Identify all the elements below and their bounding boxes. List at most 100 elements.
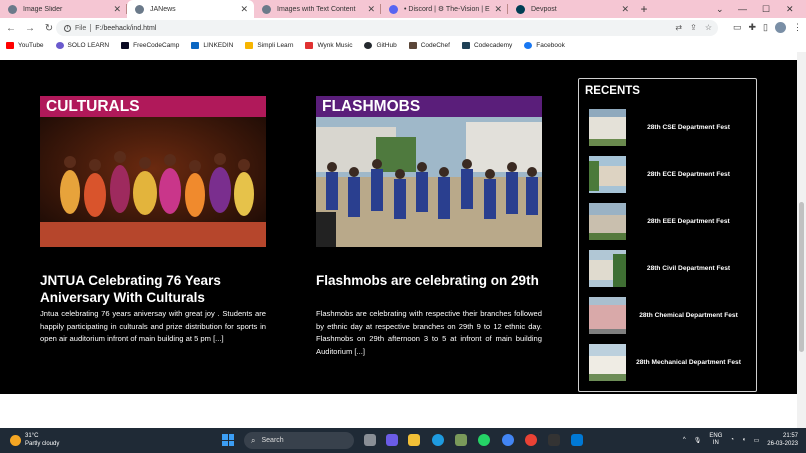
start-icon[interactable] [222, 434, 234, 446]
media-icon[interactable]: ▭ [733, 22, 742, 33]
star-icon[interactable]: ☆ [705, 23, 712, 32]
recent-item[interactable]: 28th ECE Department Fest [589, 156, 751, 193]
close-icon[interactable]: ✕ [494, 4, 502, 15]
recent-item[interactable]: 28th Mechanical Department Fest [589, 344, 751, 381]
devpost-icon [516, 4, 525, 14]
bookmark-label: CodeChef [420, 41, 450, 49]
tab-images-with-text[interactable]: Images with Text Content ✕ [254, 0, 381, 18]
url-text[interactable]: F:/beehack/ind.html [95, 25, 156, 32]
flashmobs-image[interactable] [316, 117, 542, 247]
task-view-icon[interactable] [364, 434, 376, 446]
recent-thumbnail [589, 344, 626, 381]
vscode-icon[interactable] [571, 434, 583, 446]
wifi-icon[interactable]: ◔ [730, 437, 734, 443]
avatar[interactable] [775, 22, 786, 33]
clock[interactable]: 21:57 26-03-2023 [767, 432, 798, 448]
chevron-up-icon[interactable]: ^ [683, 437, 686, 443]
tab-title: Devpost [531, 5, 557, 13]
bookmark-simplilearn[interactable]: Simpli Learn [245, 41, 293, 49]
close-icon[interactable]: ✕ [367, 4, 375, 15]
whatsapp-icon[interactable] [478, 434, 490, 446]
close-window-button[interactable]: ✕ [786, 0, 794, 18]
battery-icon[interactable]: ▭ [754, 437, 760, 444]
bookmark-linkedin[interactable]: LINKEDIN [191, 41, 233, 49]
bookmark-sololearn[interactable]: SOLO LEARN [55, 41, 109, 49]
file-explorer-icon[interactable] [408, 434, 420, 446]
recents-panel: RECENTS 28th CSE Department Fest 28th EC… [578, 78, 757, 392]
bookmark-youtube[interactable]: YouTube [6, 41, 44, 49]
tab-title: JANews [150, 5, 176, 13]
bookmark-label: Wynk Music [317, 41, 353, 49]
recent-thumbnail [589, 156, 626, 193]
bookmark-codechef[interactable]: CodeChef [408, 41, 450, 49]
article-headline[interactable]: JNTUA Celebrating 76 Years Aniversary Wi… [40, 272, 266, 306]
extensions-icon[interactable]: ✚ [749, 22, 757, 33]
tab-title: Images with Text Content [277, 5, 356, 13]
simplilearn-icon [245, 41, 254, 49]
info-icon[interactable]: i [64, 24, 71, 32]
recent-thumbnail [589, 203, 626, 240]
article-headline[interactable]: Flashmobs are celebrating on 29th [316, 272, 542, 289]
close-icon[interactable]: ✕ [113, 4, 121, 15]
recent-label: 28th Chemical Department Fest [639, 312, 738, 319]
edge-icon[interactable] [432, 434, 444, 446]
system-tray: ^ 🎙 ENG IN ◔ ◖ ▭ 21:57 26-03-2023 [683, 432, 798, 448]
globe-icon [135, 4, 144, 14]
taskbar-search[interactable]: ⌕ Search [244, 432, 354, 449]
share-icon[interactable]: ⇪ [690, 23, 697, 32]
tab-devpost[interactable]: Devpost ✕ [508, 0, 635, 18]
terminal-icon[interactable] [548, 434, 560, 446]
category-label[interactable]: FLASHMOBS [316, 96, 542, 117]
search-icon: ⌕ [251, 435, 256, 445]
taskbar: 31°C Partly cloudy ⌕ Search ^ 🎙 ENG IN ◔… [0, 428, 806, 453]
scrollbar-thumb[interactable] [799, 202, 804, 352]
teams-icon[interactable] [386, 434, 398, 446]
reload-icon[interactable]: ↻ [41, 23, 57, 34]
wynk-icon [305, 41, 314, 49]
article-excerpt: Flashmobs are celebrating with respectiv… [316, 309, 542, 356]
recents-title: RECENTS [585, 85, 640, 97]
bookmark-codecademy[interactable]: Codecademy [461, 41, 512, 49]
bookmark-github[interactable]: GitHub [364, 41, 397, 49]
microphone-icon[interactable]: 🎙 [694, 437, 702, 444]
tab-janews[interactable]: JANews ✕ [127, 0, 254, 18]
bookmark-facebook[interactable]: Facebook [524, 41, 565, 49]
address-bar[interactable]: i File F:/beehack/ind.html ⇄ ⇪ ☆ [56, 20, 718, 36]
volume-icon[interactable]: ◖ [742, 437, 746, 443]
tab-strip: Image Slider ✕ JANews ✕ Images with Text… [0, 0, 806, 18]
sidepanel-icon[interactable]: ▯ [763, 22, 768, 33]
maximize-button[interactable]: ☐ [762, 0, 770, 18]
tab-image-slider[interactable]: Image Slider ✕ [0, 0, 127, 18]
language-indicator[interactable]: ENG IN [709, 433, 722, 447]
forward-icon[interactable]: → [22, 23, 38, 34]
tab-title: • Discord | ⚙ The-Vision | En [404, 6, 491, 13]
close-icon[interactable]: ✕ [621, 4, 629, 15]
page-scrollbar[interactable] [797, 52, 806, 428]
recent-label: 28th Mechanical Department Fest [636, 359, 741, 366]
bookmark-freecodecamp[interactable]: FreeCodeCamp [121, 41, 179, 49]
recent-item[interactable]: 28th Civil Department Fest [589, 250, 751, 287]
chrome-icon[interactable] [502, 434, 514, 446]
recent-item[interactable]: 28th EEE Department Fest [589, 203, 751, 240]
article-excerpt: Jntua celebrating 76 years aniversay wit… [40, 309, 266, 343]
tab-discord[interactable]: • Discord | ⚙ The-Vision | En ✕ [381, 0, 508, 18]
tab-title: Image Slider [23, 5, 63, 13]
globe-icon [262, 4, 271, 14]
weather-widget[interactable]: 31°C Partly cloudy [10, 432, 59, 448]
translate-icon[interactable]: ⇄ [675, 23, 682, 32]
minimize-button[interactable]: — [738, 0, 747, 18]
menu-icon[interactable]: ⋮ [793, 22, 802, 33]
facebook-icon [524, 41, 533, 49]
toolbar: ← → ↻ i File F:/beehack/ind.html ⇄ ⇪ ☆ ▭… [0, 18, 806, 38]
recent-item[interactable]: 28th CSE Department Fest [589, 109, 751, 146]
culturals-image[interactable] [40, 117, 266, 247]
store-icon[interactable] [455, 434, 467, 446]
tab-search-icon[interactable]: ⌄ [716, 0, 724, 18]
back-icon[interactable]: ← [3, 23, 19, 34]
category-label[interactable]: CULTURALS [40, 96, 266, 117]
bookmark-wynk[interactable]: Wynk Music [305, 41, 353, 49]
new-tab-button[interactable]: + [635, 0, 653, 18]
close-icon[interactable]: ✕ [240, 4, 248, 15]
chrome-alt-icon[interactable] [525, 434, 537, 446]
recent-item[interactable]: 28th Chemical Department Fest [589, 297, 751, 334]
